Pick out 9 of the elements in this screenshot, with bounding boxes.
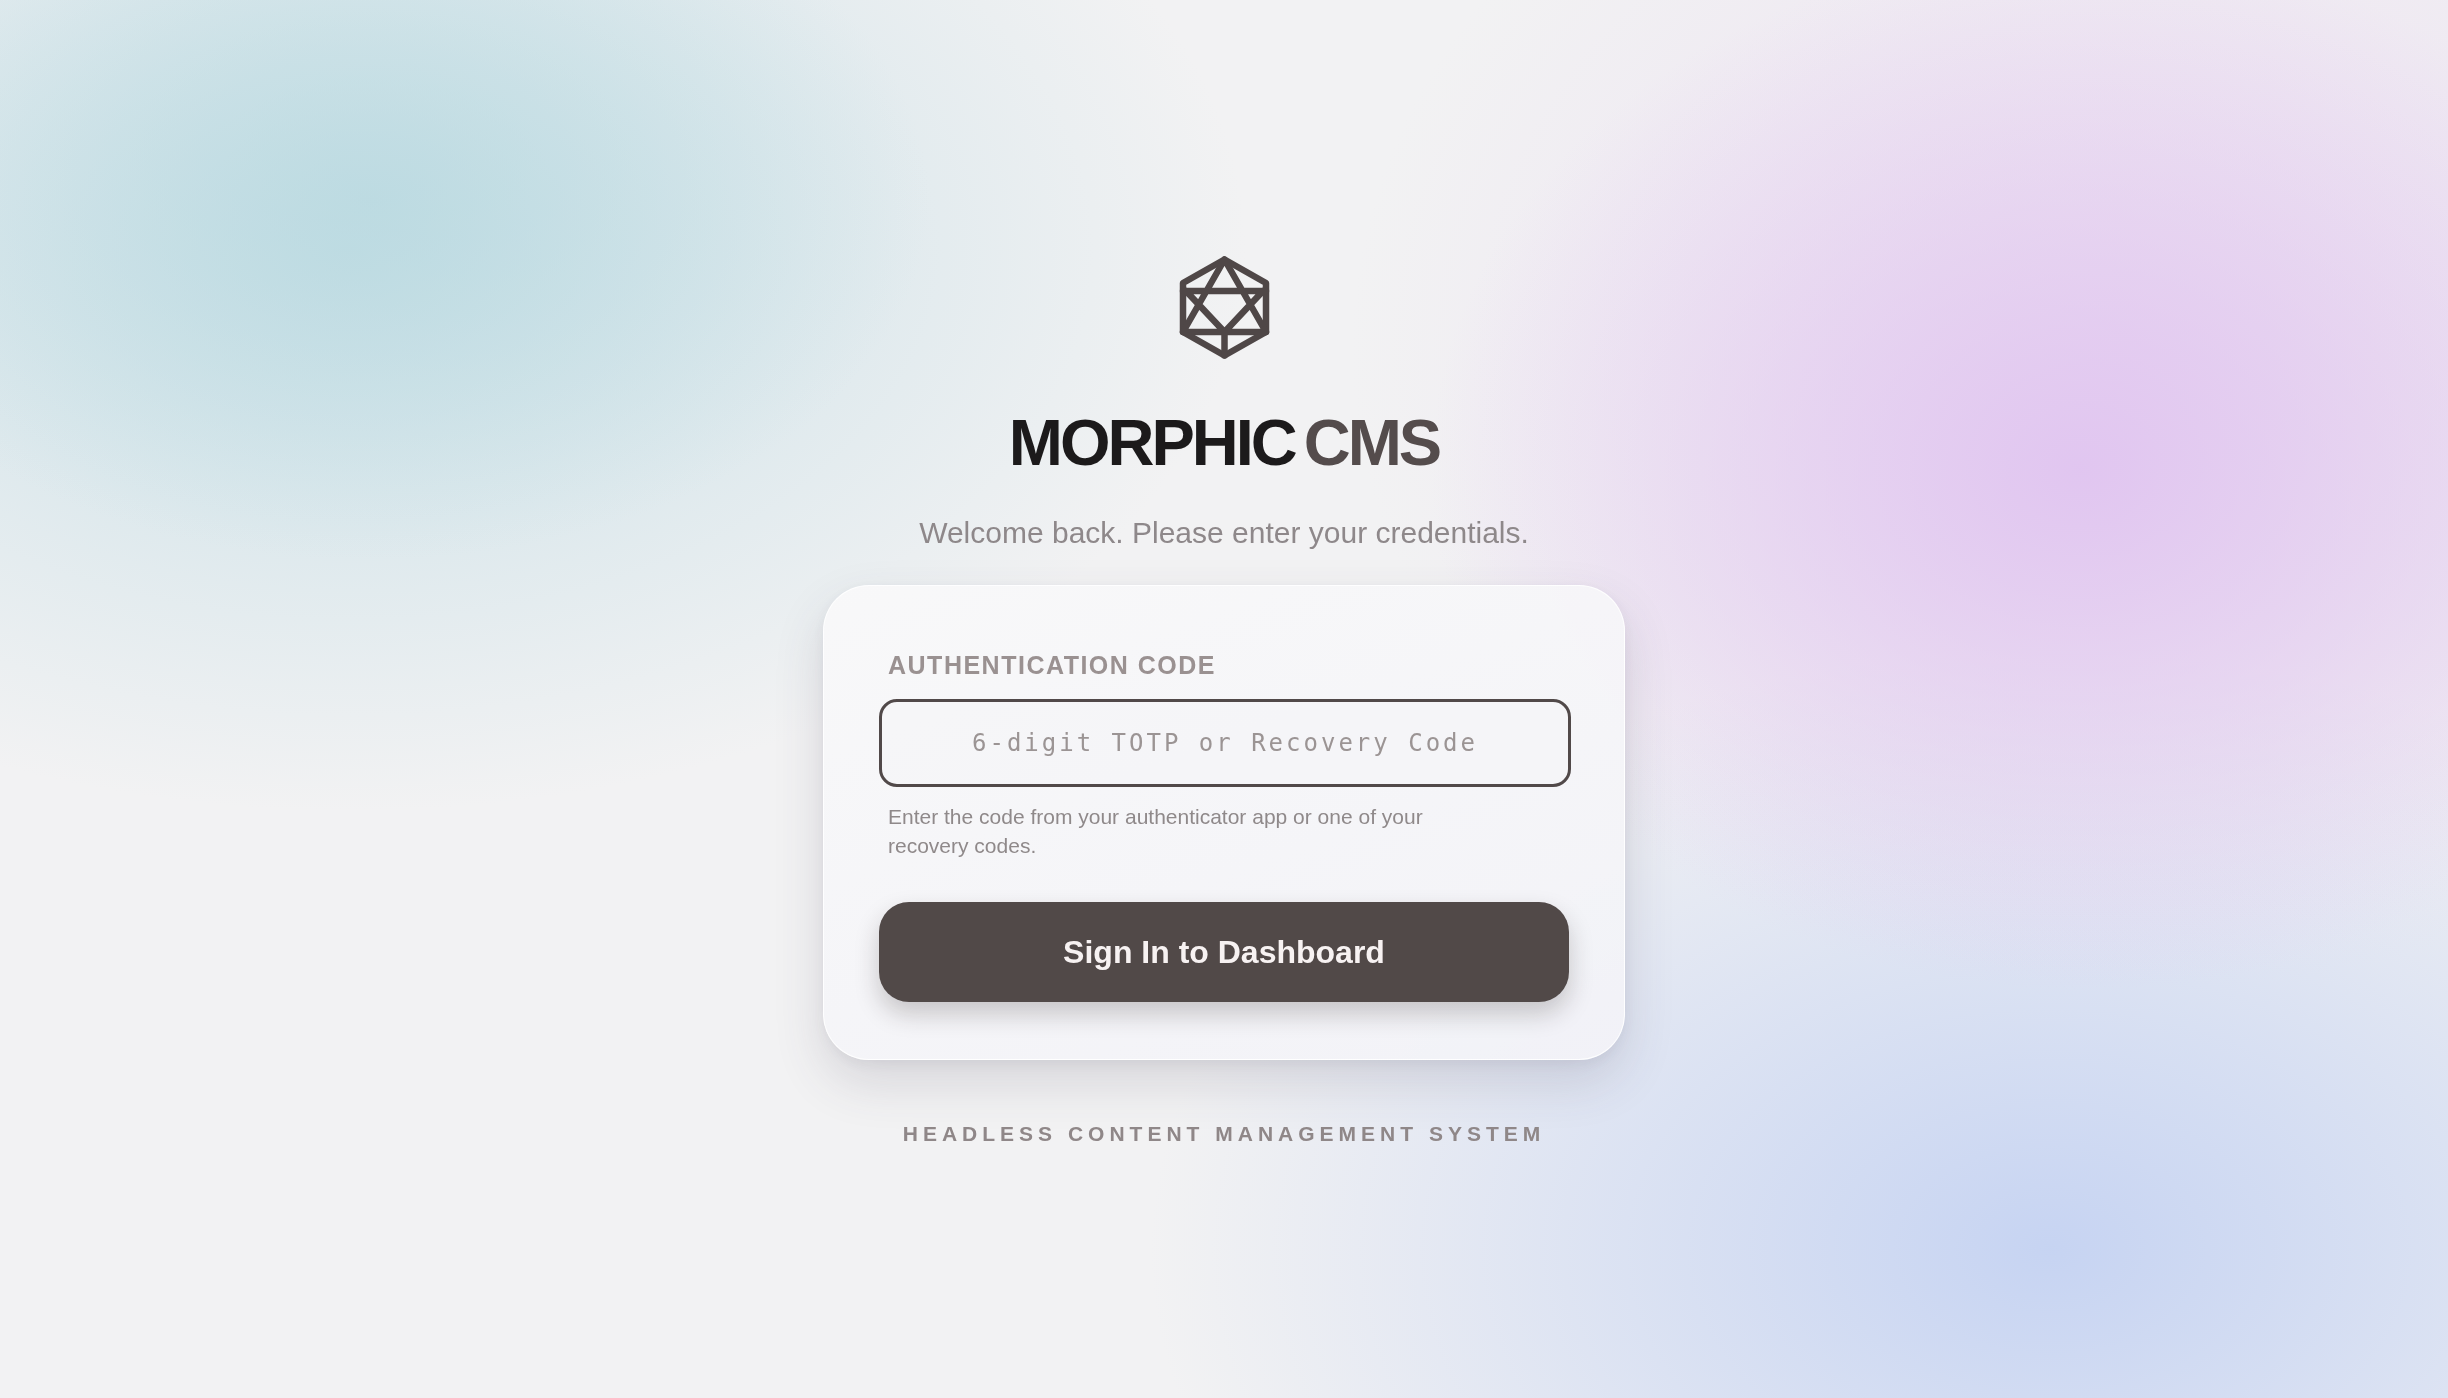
logo-icon (1177, 256, 1271, 359)
field-label: AUTHENTICATION CODE (887, 650, 1218, 680)
welcome-subtitle: Welcome back. Please enter your credentials. (919, 515, 1529, 551)
code-input[interactable]: 6-digit TOTP or Recovery Code (879, 699, 1571, 787)
helper-text: Enter the code from your authenticator app or one of your recovery codes. (887, 804, 1424, 859)
tagline-text: HEADLESS CONTENT MANAGEMENT SYSTEM (902, 1121, 1546, 1147)
brand-suffix: CMS (1303, 406, 1440, 479)
brand-name: MORPHIC (1008, 406, 1295, 479)
sign-in-button[interactable]: Sign In to Dashboard (879, 902, 1569, 1002)
